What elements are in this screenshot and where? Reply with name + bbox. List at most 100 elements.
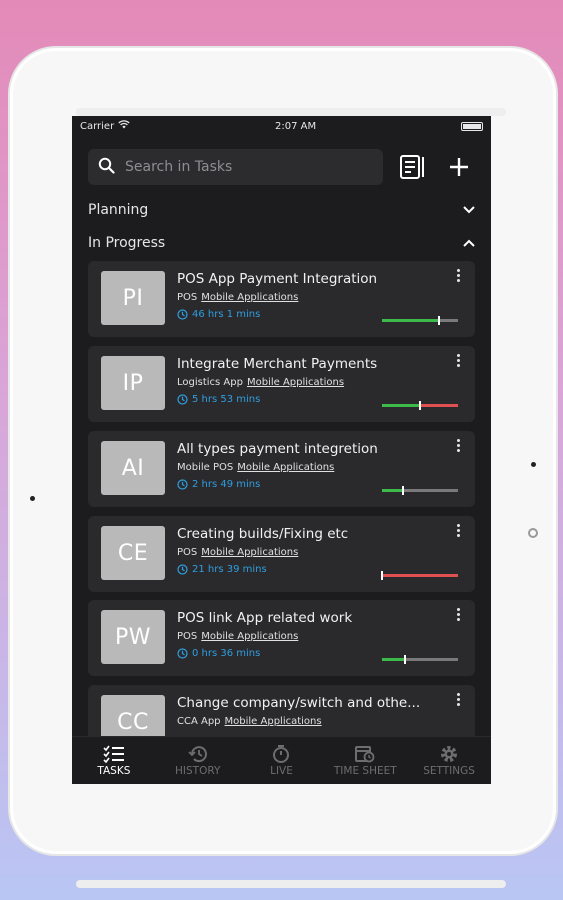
section-title: In Progress — [88, 235, 166, 251]
task-meta: Logistics App Mobile Applications — [177, 377, 344, 388]
task-title: POS App Payment Integration — [177, 271, 378, 287]
history-icon — [188, 745, 207, 762]
search-input[interactable] — [125, 159, 365, 175]
task-card[interactable]: PI POS App Payment Integration POS Mobile… — [88, 261, 475, 337]
wifi-icon — [118, 120, 130, 132]
task-avatar: PW — [101, 610, 165, 664]
task-category-link[interactable]: Mobile Applications — [225, 716, 322, 727]
timesheet-icon — [355, 745, 375, 762]
report-list-icon — [400, 155, 424, 179]
task-time: 0 hrs 36 mins — [177, 648, 260, 659]
clock-icon — [177, 564, 188, 575]
clock: 2:07 AM — [275, 120, 317, 132]
more-options-icon[interactable] — [453, 354, 463, 370]
task-time-value: 46 hrs 1 mins — [192, 309, 261, 320]
task-meta: Mobile POS Mobile Applications — [177, 462, 334, 473]
more-options-icon[interactable] — [453, 439, 463, 455]
speaker-grille — [76, 108, 506, 116]
plus-icon — [450, 158, 468, 176]
task-title: Change company/switch and othe... — [177, 695, 421, 711]
clock-icon — [177, 394, 188, 405]
clock-icon — [177, 479, 188, 490]
task-meta: POS Mobile Applications — [177, 547, 298, 558]
task-time-value: 2 hrs 49 mins — [192, 479, 261, 490]
gear-icon — [441, 745, 458, 762]
tab-settings[interactable]: SETTINGS — [407, 737, 491, 784]
tab-label: HISTORY — [175, 764, 221, 777]
section-planning[interactable]: Planning — [88, 198, 476, 222]
more-options-icon[interactable] — [453, 524, 463, 540]
section-in-progress[interactable]: In Progress — [88, 231, 476, 255]
task-time: 2 hrs 49 mins — [177, 479, 260, 490]
search-box[interactable] — [88, 149, 383, 185]
task-card[interactable]: AI All types payment integretion Mobile … — [88, 431, 475, 507]
task-card[interactable]: CE Creating builds/Fixing etc POS Mobile … — [88, 516, 475, 592]
task-time: 5 hrs 53 mins — [177, 394, 260, 405]
tab-label: TASKS — [97, 764, 131, 777]
clock-icon — [177, 309, 188, 320]
task-time-value: 5 hrs 53 mins — [192, 394, 261, 405]
tab-history[interactable]: HISTORY — [156, 737, 240, 784]
task-time: 46 hrs 1 mins — [177, 309, 260, 320]
task-category-link[interactable]: Mobile Applications — [201, 547, 298, 558]
task-category-link[interactable]: Mobile Applications — [237, 462, 334, 473]
tab-label: SETTINGS — [423, 764, 475, 777]
task-category-link[interactable]: Mobile Applications — [201, 292, 298, 303]
task-progress-bar — [382, 486, 458, 495]
clock-icon — [177, 648, 188, 659]
more-options-icon[interactable] — [453, 608, 463, 624]
tab-live[interactable]: LIVE — [240, 737, 324, 784]
task-list-icon — [103, 745, 124, 763]
task-avatar: PI — [101, 271, 165, 325]
task-project: POS — [177, 547, 198, 558]
more-options-icon[interactable] — [453, 269, 463, 285]
status-bar: Carrier 2:07 AM — [72, 116, 491, 136]
battery-icon — [461, 121, 483, 131]
task-progress-bar — [381, 571, 458, 580]
tab-label: TIME SHEET — [333, 764, 397, 777]
section-title: Planning — [88, 202, 149, 218]
tab-tasks[interactable]: TASKS — [72, 737, 156, 784]
camera-dot — [531, 462, 536, 467]
chevron-up-icon — [463, 239, 475, 247]
task-avatar: CE — [101, 526, 165, 580]
bottom-tab-bar: TASKS HISTORY LIVE TIME SHEET SETTINGS — [72, 736, 491, 784]
camera-dot — [30, 496, 35, 501]
filter-list-button[interactable] — [397, 151, 429, 183]
task-time: 21 hrs 39 mins — [177, 564, 267, 575]
task-progress-bar — [382, 316, 458, 325]
task-category-link[interactable]: Mobile Applications — [201, 631, 298, 642]
tab-time-sheet[interactable]: TIME SHEET — [323, 737, 407, 784]
task-time-value: 21 hrs 39 mins — [192, 564, 267, 575]
task-card[interactable]: IP Integrate Merchant Payments Logistics… — [88, 346, 475, 422]
task-project: Mobile POS — [177, 462, 234, 473]
add-task-button[interactable] — [443, 151, 475, 183]
task-title: POS link App related work — [177, 610, 353, 626]
chevron-down-icon — [463, 206, 475, 214]
carrier-label: Carrier — [80, 120, 115, 132]
stopwatch-icon — [273, 744, 290, 763]
home-button — [528, 528, 538, 538]
task-meta: POS Mobile Applications — [177, 292, 298, 303]
task-time-value: 0 hrs 36 mins — [192, 648, 261, 659]
task-progress-bar — [382, 401, 458, 410]
task-avatar: AI — [101, 441, 165, 495]
tab-label: LIVE — [270, 764, 293, 777]
search-row — [88, 149, 484, 185]
task-title: Integrate Merchant Payments — [177, 356, 378, 372]
task-meta: POS Mobile Applications — [177, 631, 298, 642]
task-progress-bar — [382, 655, 458, 664]
search-icon — [98, 157, 115, 178]
task-card[interactable]: PW POS link App related work POS Mobile A… — [88, 600, 475, 676]
more-options-icon[interactable] — [453, 693, 463, 709]
task-project: Logistics App — [177, 377, 243, 388]
task-project: POS — [177, 631, 198, 642]
task-meta: CCA App Mobile Applications — [177, 716, 322, 727]
task-project: POS — [177, 292, 198, 303]
task-project: CCA App — [177, 716, 221, 727]
task-avatar: IP — [101, 356, 165, 410]
task-title: Creating builds/Fixing etc — [177, 526, 349, 542]
speaker-grille — [76, 880, 506, 888]
task-title: All types payment integretion — [177, 441, 378, 457]
task-category-link[interactable]: Mobile Applications — [247, 377, 344, 388]
